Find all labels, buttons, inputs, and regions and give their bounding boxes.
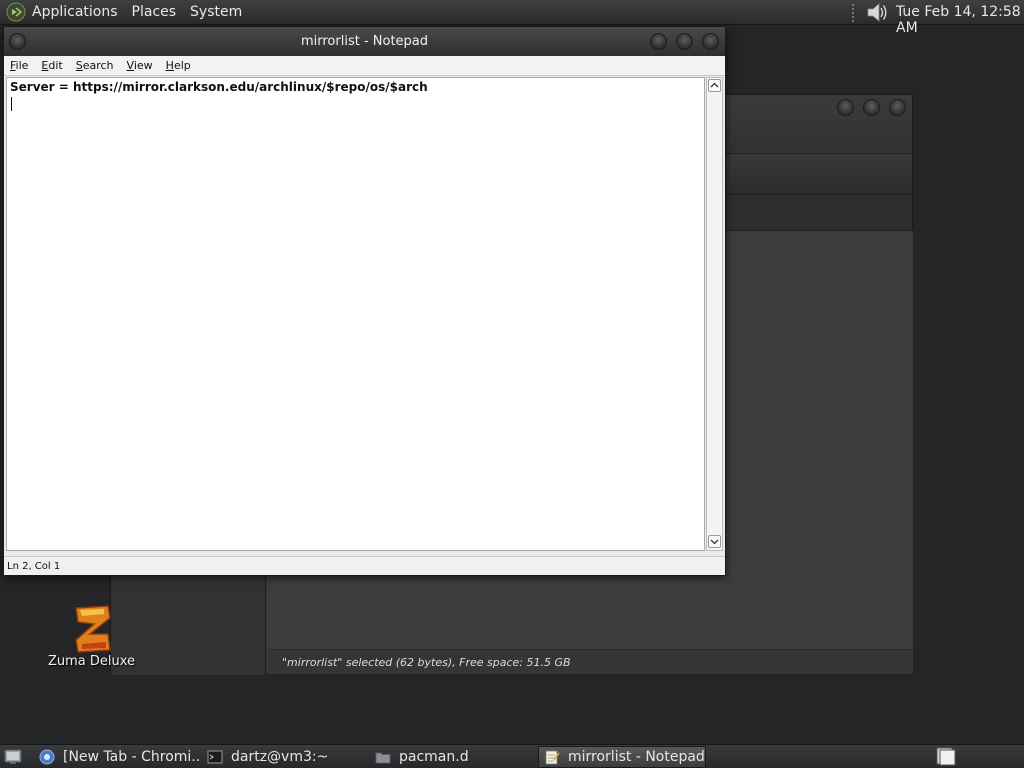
taskbar-item-terminal[interactable]: dartz@vm3:~ — [202, 746, 368, 768]
desktop-icon-label: Zuma Deluxe — [48, 654, 136, 669]
show-desktop-icon[interactable] — [4, 748, 22, 765]
maximize-button[interactable] — [863, 99, 880, 116]
menu-view[interactable]: View — [127, 59, 153, 72]
clock[interactable]: Tue Feb 14, 12:58 AM — [896, 4, 1024, 36]
text-caret — [11, 97, 12, 111]
notepad-titlebar[interactable]: mirrorlist - Notepad — [4, 27, 725, 56]
scroll-up-button[interactable] — [708, 79, 721, 92]
taskbar-item-label: dartz@vm3:~ — [231, 749, 329, 765]
notepad-window[interactable]: mirrorlist - Notepad File Edit Search Vi… — [3, 26, 726, 576]
menu-bar: File Edit Search View Help — [4, 56, 725, 76]
applications-menu[interactable]: Applications — [32, 4, 118, 20]
places-menu[interactable]: Places — [132, 4, 177, 20]
notepad-statusbar: Ln 2, Col 1 — [4, 556, 725, 575]
file-manager-statusbar: "mirrorlist" selected (62 bytes), Free s… — [268, 649, 913, 674]
taskbar-item-label: mirrorlist - Notepad — [568, 749, 705, 765]
menu-help[interactable]: Help — [166, 59, 191, 72]
chevron-up-icon — [710, 82, 719, 88]
system-menu[interactable]: System — [190, 4, 242, 20]
menu-file[interactable]: File — [10, 59, 28, 72]
chevron-down-icon — [710, 539, 719, 545]
folder-icon — [375, 752, 391, 764]
scroll-down-button[interactable] — [708, 535, 721, 548]
text-line[interactable]: Server = https://mirror.clarkson.edu/arc… — [10, 80, 428, 94]
text-editor-area[interactable]: Server = https://mirror.clarkson.edu/arc… — [6, 77, 705, 551]
top-panel: Applications Places System Tue Feb 14, 1… — [0, 0, 1024, 36]
minimize-button[interactable] — [837, 99, 854, 116]
taskbar-item-label: [New Tab - Chromi... — [63, 749, 200, 765]
window-title: mirrorlist - Notepad — [300, 34, 429, 49]
chromium-icon — [39, 749, 55, 765]
workspace-switcher-icon[interactable] — [936, 747, 956, 766]
menu-edit[interactable]: Edit — [41, 59, 62, 72]
menu-search[interactable]: Search — [76, 59, 114, 72]
taskbar-item-chromium[interactable]: [New Tab - Chromi... — [34, 746, 200, 768]
gnome-foot-logo-icon[interactable] — [6, 2, 26, 22]
tray-separator[interactable] — [852, 4, 856, 22]
taskbar-item-file-manager[interactable]: pacman.d — [370, 746, 536, 768]
bottom-taskbar: [New Tab - Chromi... dartz@vm3:~ pacman.… — [0, 744, 1024, 768]
minimize-button[interactable] — [650, 33, 667, 50]
taskbar-item-notepad[interactable]: mirrorlist - Notepad — [538, 746, 706, 768]
close-button[interactable] — [702, 33, 719, 50]
vertical-scrollbar[interactable] — [706, 77, 723, 551]
volume-icon[interactable] — [865, 2, 889, 23]
taskbar-item-label: pacman.d — [399, 749, 469, 765]
desktop-icon-zuma[interactable]: Zuma Deluxe — [48, 604, 138, 674]
terminal-icon — [207, 750, 223, 764]
maximize-button[interactable] — [676, 33, 693, 50]
zuma-game-icon — [75, 605, 111, 653]
close-button[interactable] — [889, 99, 906, 116]
notepad-icon — [545, 750, 560, 765]
